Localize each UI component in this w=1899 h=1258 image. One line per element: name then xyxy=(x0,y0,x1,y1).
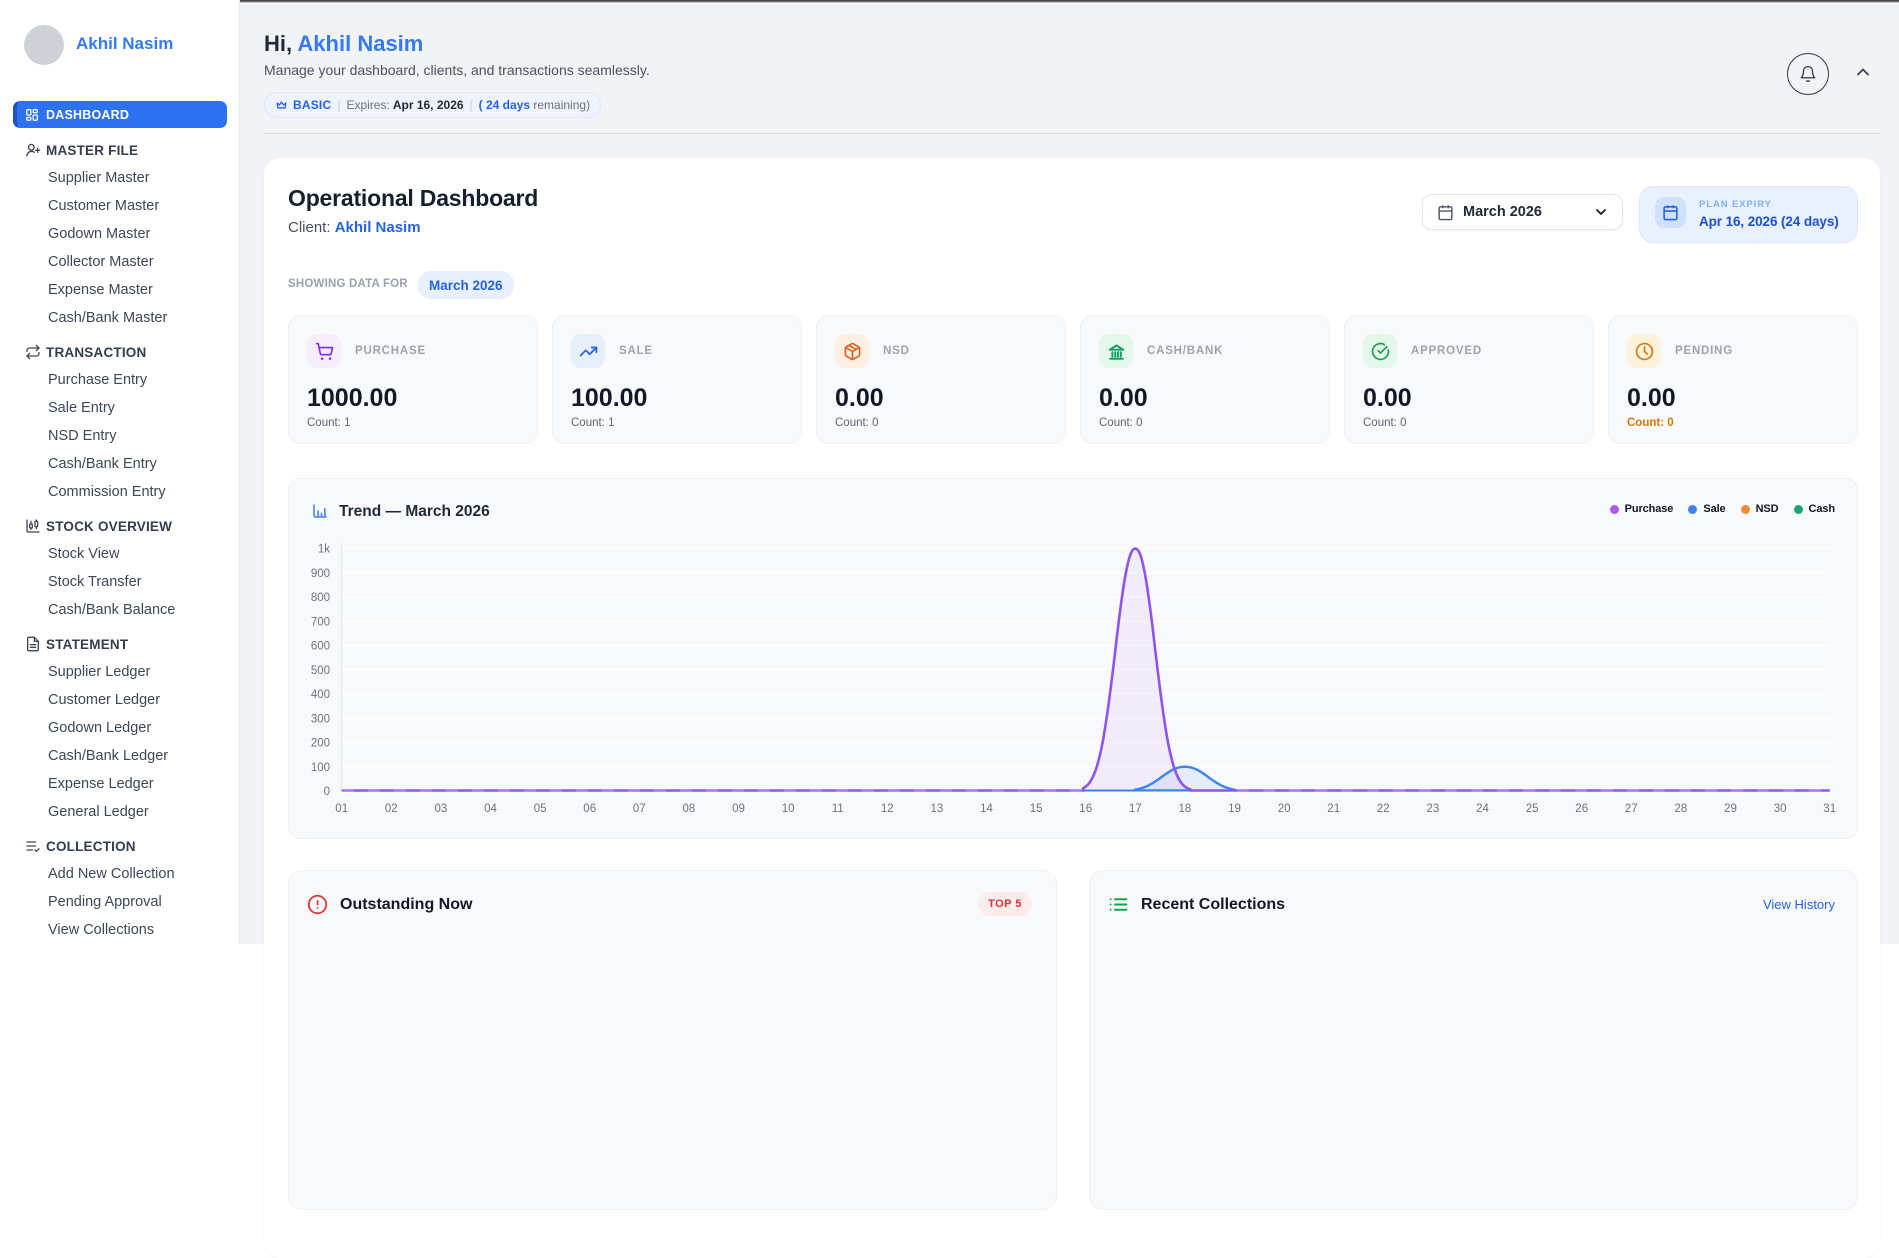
svg-text:11: 11 xyxy=(832,803,844,815)
svg-text:15: 15 xyxy=(1030,803,1043,815)
svg-text:10: 10 xyxy=(782,803,795,815)
svg-text:25: 25 xyxy=(1526,803,1539,815)
svg-text:12: 12 xyxy=(881,803,894,815)
svg-text:09: 09 xyxy=(732,803,745,815)
svg-text:08: 08 xyxy=(683,803,696,815)
svg-text:30: 30 xyxy=(1774,803,1787,815)
svg-text:800: 800 xyxy=(311,592,330,604)
svg-text:1k: 1k xyxy=(318,544,330,556)
svg-text:14: 14 xyxy=(980,803,993,815)
svg-text:13: 13 xyxy=(931,803,944,815)
svg-text:24: 24 xyxy=(1476,803,1489,815)
svg-text:300: 300 xyxy=(311,713,330,725)
svg-text:700: 700 xyxy=(311,616,330,628)
svg-text:16: 16 xyxy=(1079,803,1092,815)
svg-text:27: 27 xyxy=(1625,803,1638,815)
svg-text:02: 02 xyxy=(385,803,398,815)
svg-text:200: 200 xyxy=(311,738,330,750)
svg-text:29: 29 xyxy=(1724,803,1737,815)
svg-text:06: 06 xyxy=(583,803,596,815)
svg-text:22: 22 xyxy=(1377,803,1390,815)
svg-text:03: 03 xyxy=(435,803,448,815)
svg-text:17: 17 xyxy=(1129,803,1142,815)
svg-text:20: 20 xyxy=(1278,803,1291,815)
svg-text:04: 04 xyxy=(484,803,497,815)
svg-text:500: 500 xyxy=(311,665,330,677)
svg-text:21: 21 xyxy=(1327,803,1340,815)
svg-text:0: 0 xyxy=(324,786,330,798)
svg-text:26: 26 xyxy=(1575,803,1588,815)
svg-text:400: 400 xyxy=(311,689,330,701)
svg-text:18: 18 xyxy=(1179,803,1192,815)
svg-text:28: 28 xyxy=(1675,803,1688,815)
svg-text:600: 600 xyxy=(311,641,330,653)
svg-text:19: 19 xyxy=(1228,803,1241,815)
svg-text:31: 31 xyxy=(1823,803,1836,815)
svg-text:05: 05 xyxy=(534,803,547,815)
svg-text:900: 900 xyxy=(311,568,330,580)
svg-text:07: 07 xyxy=(633,803,646,815)
svg-text:01: 01 xyxy=(335,803,348,815)
svg-text:100: 100 xyxy=(311,762,330,774)
svg-text:23: 23 xyxy=(1427,803,1440,815)
